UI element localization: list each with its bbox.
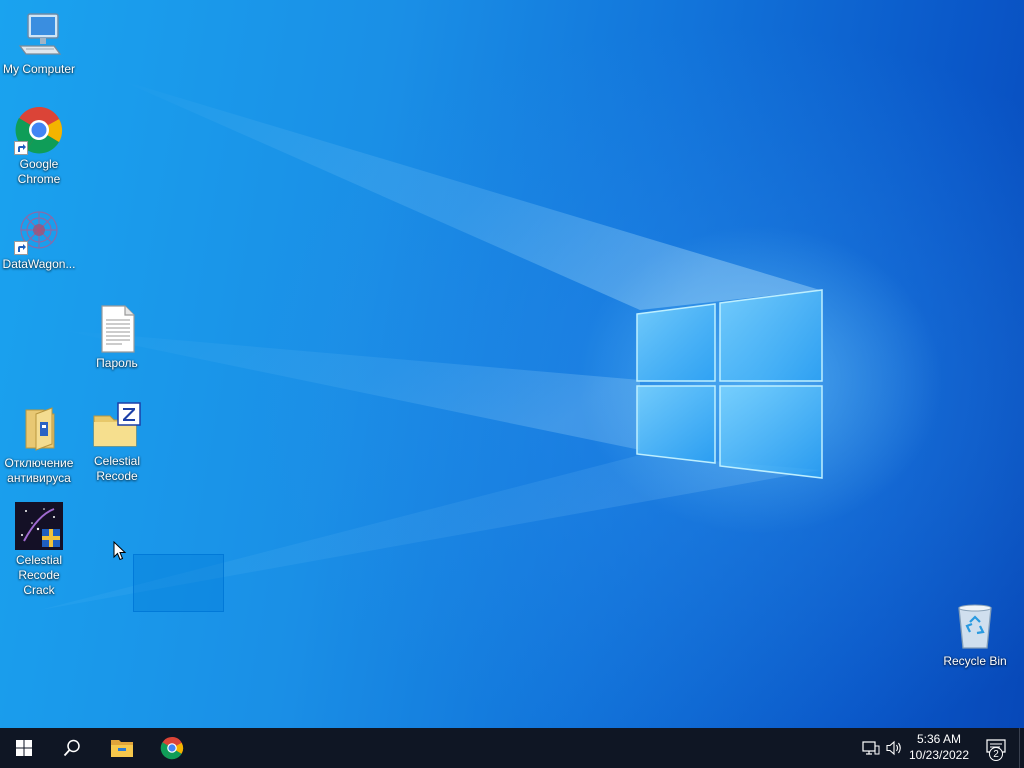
icon-label: Celestial Recode Crack <box>15 553 63 597</box>
taskbar: 5:36 AM 10/23/2022 2 <box>0 728 1024 768</box>
desktop-icon-celestial-recode-crack[interactable]: Celestial Recode Crack <box>0 501 78 598</box>
show-desktop-button[interactable] <box>1019 728 1024 768</box>
icon-label: Celestial Recode <box>93 454 141 483</box>
tray-clock[interactable]: 5:36 AM 10/23/2022 <box>904 731 974 763</box>
tray-network[interactable] <box>860 728 882 768</box>
chrome-icon <box>160 736 184 760</box>
file-explorer-icon <box>111 740 133 757</box>
recycle-bin-icon <box>950 602 1000 652</box>
shortcut-arrow-icon <box>14 141 28 155</box>
clock-date: 10/23/2022 <box>908 748 970 762</box>
datawagon-icon <box>14 205 64 255</box>
installer-icon <box>14 501 64 551</box>
desktop-icon-disable-antivirus[interactable]: Отключение антивируса <box>0 404 78 486</box>
notification-count-badge: 2 <box>989 747 1003 761</box>
taskbar-file-explorer[interactable] <box>98 728 146 768</box>
search-icon <box>63 739 80 757</box>
desktop-icon-datawagon[interactable]: DataWagon... <box>0 205 78 272</box>
action-center-button[interactable]: 2 <box>978 728 1014 768</box>
tray-volume[interactable] <box>884 728 906 768</box>
volume-icon <box>886 740 901 756</box>
icon-label: Отключение антивируса <box>4 456 74 485</box>
search-button[interactable] <box>48 728 96 768</box>
mouse-cursor-icon <box>113 541 127 561</box>
chrome-icon <box>14 105 64 155</box>
icon-label: Google Chrome <box>17 157 61 186</box>
clock-time: 5:36 AM <box>916 732 962 746</box>
icon-label: DataWagon... <box>2 257 76 271</box>
compressed-folder-icon <box>92 402 142 452</box>
computer-icon <box>14 10 64 60</box>
drag-selection-rectangle <box>133 554 224 612</box>
folder-icon <box>14 404 64 454</box>
desktop-icon-my-computer[interactable]: My Computer <box>0 10 78 77</box>
desktop-icon-google-chrome[interactable]: Google Chrome <box>0 105 78 187</box>
network-icon <box>862 741 880 755</box>
icon-label: My Computer <box>2 62 76 76</box>
icon-label: Пароль <box>96 356 138 370</box>
icon-label: Recycle Bin <box>943 654 1007 668</box>
desktop-icon-recycle-bin[interactable]: Recycle Bin <box>936 602 1014 669</box>
taskbar-google-chrome[interactable] <box>148 728 196 768</box>
desktop-icon-celestial-recode[interactable]: Celestial Recode <box>78 402 156 484</box>
desktop[interactable]: My Computer Google Chrome DataWagon... П… <box>0 0 1024 728</box>
desktop-icon-password-file[interactable]: Пароль <box>78 304 156 371</box>
windows-logo-icon <box>16 740 32 756</box>
start-button[interactable] <box>0 728 48 768</box>
shortcut-arrow-icon <box>14 241 28 255</box>
text-file-icon <box>92 304 142 354</box>
